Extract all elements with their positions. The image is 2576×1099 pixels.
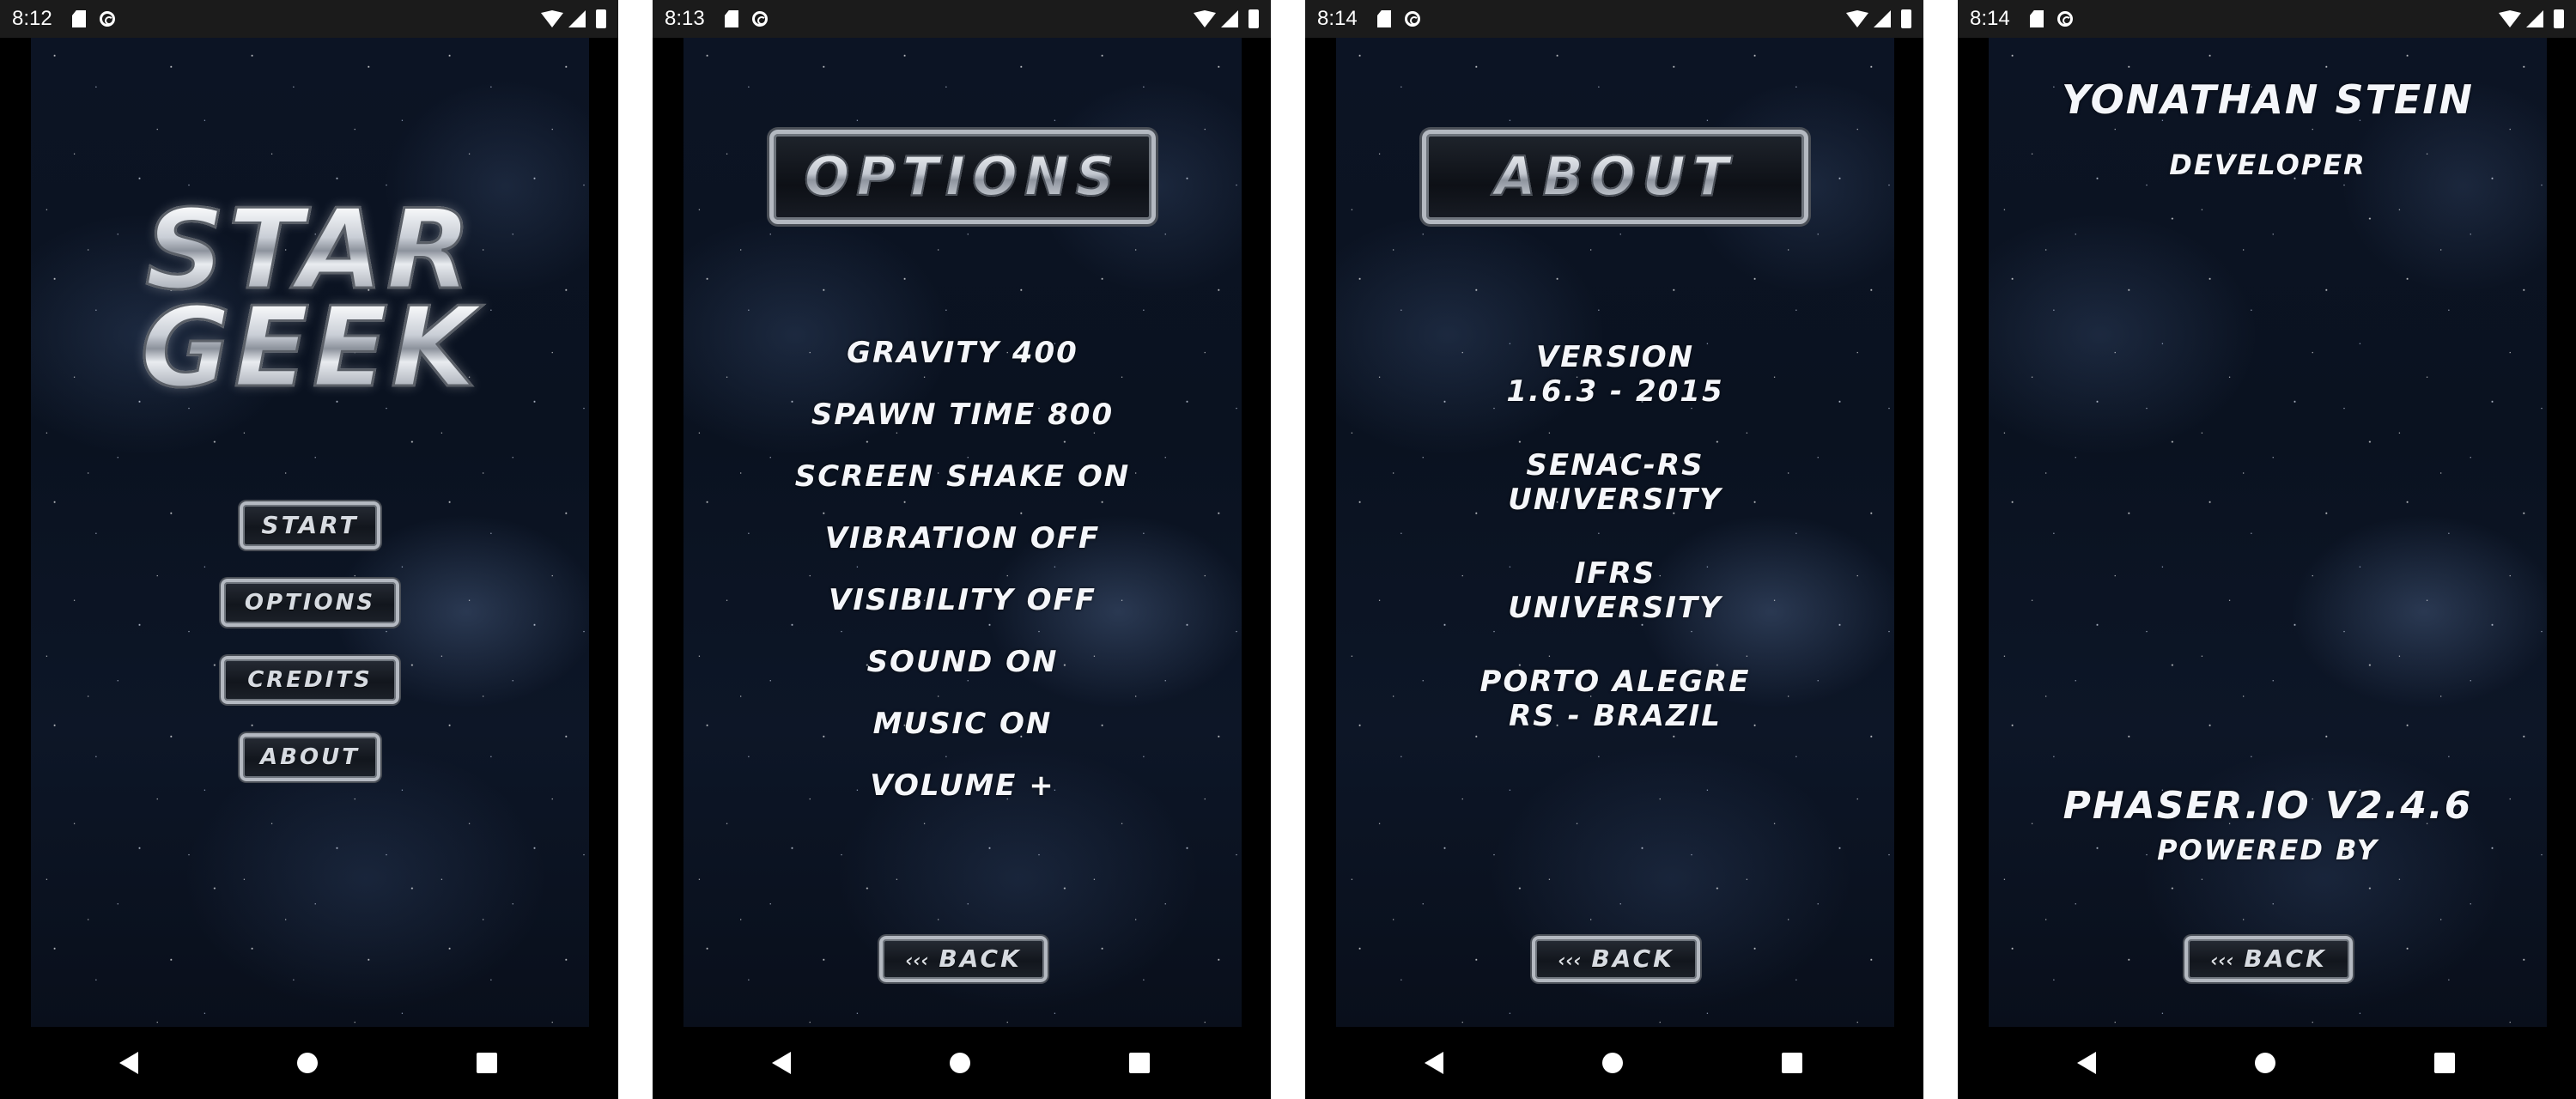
about-senac-line1: SENAC-RS bbox=[1526, 448, 1704, 483]
option-music[interactable]: MUSIC ON bbox=[683, 706, 1242, 742]
logo-line-star: STAR bbox=[31, 194, 589, 307]
nav-home-icon[interactable] bbox=[297, 1053, 318, 1073]
do-not-disturb-icon bbox=[1405, 11, 1420, 27]
start-button[interactable]: START bbox=[240, 501, 380, 550]
chevron-left-icon: ‹‹‹ bbox=[2210, 950, 2234, 972]
phone-main-menu: 8:12 STAR GEEK START OPTIONS CREDITS ABO… bbox=[0, 0, 618, 1099]
page-title: ABOUT bbox=[1426, 145, 1804, 209]
option-sound[interactable]: SOUND ON bbox=[683, 644, 1242, 680]
back-button[interactable]: ‹‹‹ BACK bbox=[879, 936, 1048, 982]
nav-recents-icon[interactable] bbox=[477, 1053, 497, 1073]
back-button[interactable]: ‹‹‹ BACK bbox=[1532, 936, 1700, 982]
phone-options: 8:13 OPTIONS GRAVITY 400 SPAWN TIME 800 … bbox=[653, 0, 1271, 1099]
navigation-bar bbox=[1958, 1027, 2576, 1099]
nav-recents-icon[interactable] bbox=[2434, 1053, 2455, 1073]
signal-icon bbox=[568, 10, 586, 27]
status-bar: 8:12 bbox=[0, 0, 618, 38]
nav-home-icon[interactable] bbox=[2255, 1053, 2275, 1073]
status-bar: 8:14 bbox=[1305, 0, 1923, 38]
battery-icon bbox=[596, 9, 606, 28]
option-gravity[interactable]: GRAVITY 400 bbox=[683, 335, 1242, 371]
about-version-value: 1.6.3 - 2015 bbox=[1506, 374, 1724, 409]
options-button[interactable]: OPTIONS bbox=[221, 579, 399, 627]
battery-icon bbox=[2554, 9, 2564, 28]
nav-recents-icon[interactable] bbox=[1782, 1053, 1802, 1073]
back-button[interactable]: ‹‹‹ BACK bbox=[2184, 936, 2353, 982]
phone-about: 8:14 ABOUT VERSION 1.6.3 - 2015 SENAC-RS… bbox=[1305, 0, 1923, 1099]
wifi-icon bbox=[2499, 10, 2521, 27]
option-screen-shake[interactable]: SCREEN SHAKE ON bbox=[683, 458, 1242, 495]
page-title: OPTIONS bbox=[774, 145, 1151, 209]
nav-recents-icon[interactable] bbox=[1129, 1053, 1150, 1073]
about-version-label: VERSION bbox=[1535, 340, 1695, 374]
game-screen: ABOUT VERSION 1.6.3 - 2015 SENAC-RS UNIV… bbox=[1336, 38, 1894, 1027]
wifi-icon bbox=[1846, 10, 1868, 27]
option-spawn-time[interactable]: SPAWN TIME 800 bbox=[683, 397, 1242, 433]
game-screen: OPTIONS GRAVITY 400 SPAWN TIME 800 SCREE… bbox=[683, 38, 1242, 1027]
signal-icon bbox=[1874, 10, 1891, 27]
status-time: 8:14 bbox=[1317, 7, 1358, 30]
nav-back-icon[interactable] bbox=[772, 1052, 791, 1074]
starfield-background bbox=[1989, 38, 2547, 1027]
about-senac-line2: UNIVERSITY bbox=[1508, 483, 1722, 517]
option-volume[interactable]: VOLUME + bbox=[683, 768, 1242, 804]
wifi-icon bbox=[541, 10, 563, 27]
do-not-disturb-icon bbox=[752, 11, 768, 27]
status-time: 8:13 bbox=[665, 7, 705, 30]
about-location-line1: PORTO ALEGRE bbox=[1479, 665, 1751, 699]
credits-engine: PHASER.IO V2.4.6 bbox=[2063, 784, 2473, 828]
credits-powered-by: POWERED BY bbox=[2157, 834, 2379, 866]
status-bar: 8:13 bbox=[653, 0, 1271, 38]
phone-credits: 8:14 YONATHAN STEIN DEVELOPER PHASER.IO … bbox=[1958, 0, 2576, 1099]
sd-card-icon bbox=[72, 10, 86, 27]
game-screen: YONATHAN STEIN DEVELOPER PHASER.IO V2.4.… bbox=[1989, 38, 2547, 1027]
do-not-disturb-icon bbox=[2057, 11, 2073, 27]
back-label: BACK bbox=[2244, 944, 2327, 973]
navigation-bar bbox=[1305, 1027, 1923, 1099]
logo-line-geek: GEEK bbox=[31, 292, 589, 404]
status-bar: 8:14 bbox=[1958, 0, 2576, 38]
sd-card-icon bbox=[725, 10, 738, 27]
navigation-bar bbox=[0, 1027, 618, 1099]
nav-back-icon[interactable] bbox=[1425, 1052, 1443, 1074]
signal-icon bbox=[1221, 10, 1238, 27]
status-time: 8:12 bbox=[12, 7, 52, 30]
nav-home-icon[interactable] bbox=[1602, 1053, 1623, 1073]
status-time: 8:14 bbox=[1970, 7, 2010, 30]
chevron-left-icon: ‹‹‹ bbox=[905, 950, 929, 972]
about-ifrs-line2: UNIVERSITY bbox=[1508, 591, 1722, 625]
battery-icon bbox=[1249, 9, 1259, 28]
nav-home-icon[interactable] bbox=[950, 1053, 970, 1073]
signal-icon bbox=[2526, 10, 2543, 27]
option-vibration[interactable]: VIBRATION OFF bbox=[683, 520, 1242, 556]
options-title-plate: OPTIONS bbox=[769, 130, 1156, 224]
about-location-line2: RS - BRAZIL bbox=[1509, 699, 1722, 733]
nav-back-icon[interactable] bbox=[2077, 1052, 2096, 1074]
navigation-bar bbox=[653, 1027, 1271, 1099]
about-button[interactable]: ABOUT bbox=[240, 733, 380, 781]
option-visibility[interactable]: VISIBILITY OFF bbox=[683, 582, 1242, 618]
back-label: BACK bbox=[939, 944, 1022, 973]
sd-card-icon bbox=[2030, 10, 2044, 27]
about-title-plate: ABOUT bbox=[1422, 130, 1808, 224]
about-ifrs-line1: IFRS bbox=[1574, 556, 1656, 591]
chevron-left-icon: ‹‹‹ bbox=[1558, 950, 1582, 972]
credits-developer-name: YONATHAN STEIN bbox=[2061, 76, 2474, 123]
credits-developer-role: DEVELOPER bbox=[2169, 149, 2366, 181]
do-not-disturb-icon bbox=[100, 11, 115, 27]
battery-icon bbox=[1901, 9, 1911, 28]
game-screen: STAR GEEK START OPTIONS CREDITS ABOUT bbox=[31, 38, 589, 1027]
wifi-icon bbox=[1194, 10, 1216, 27]
back-label: BACK bbox=[1591, 944, 1674, 973]
sd-card-icon bbox=[1377, 10, 1391, 27]
credits-button[interactable]: CREDITS bbox=[221, 656, 399, 704]
nav-back-icon[interactable] bbox=[119, 1052, 138, 1074]
